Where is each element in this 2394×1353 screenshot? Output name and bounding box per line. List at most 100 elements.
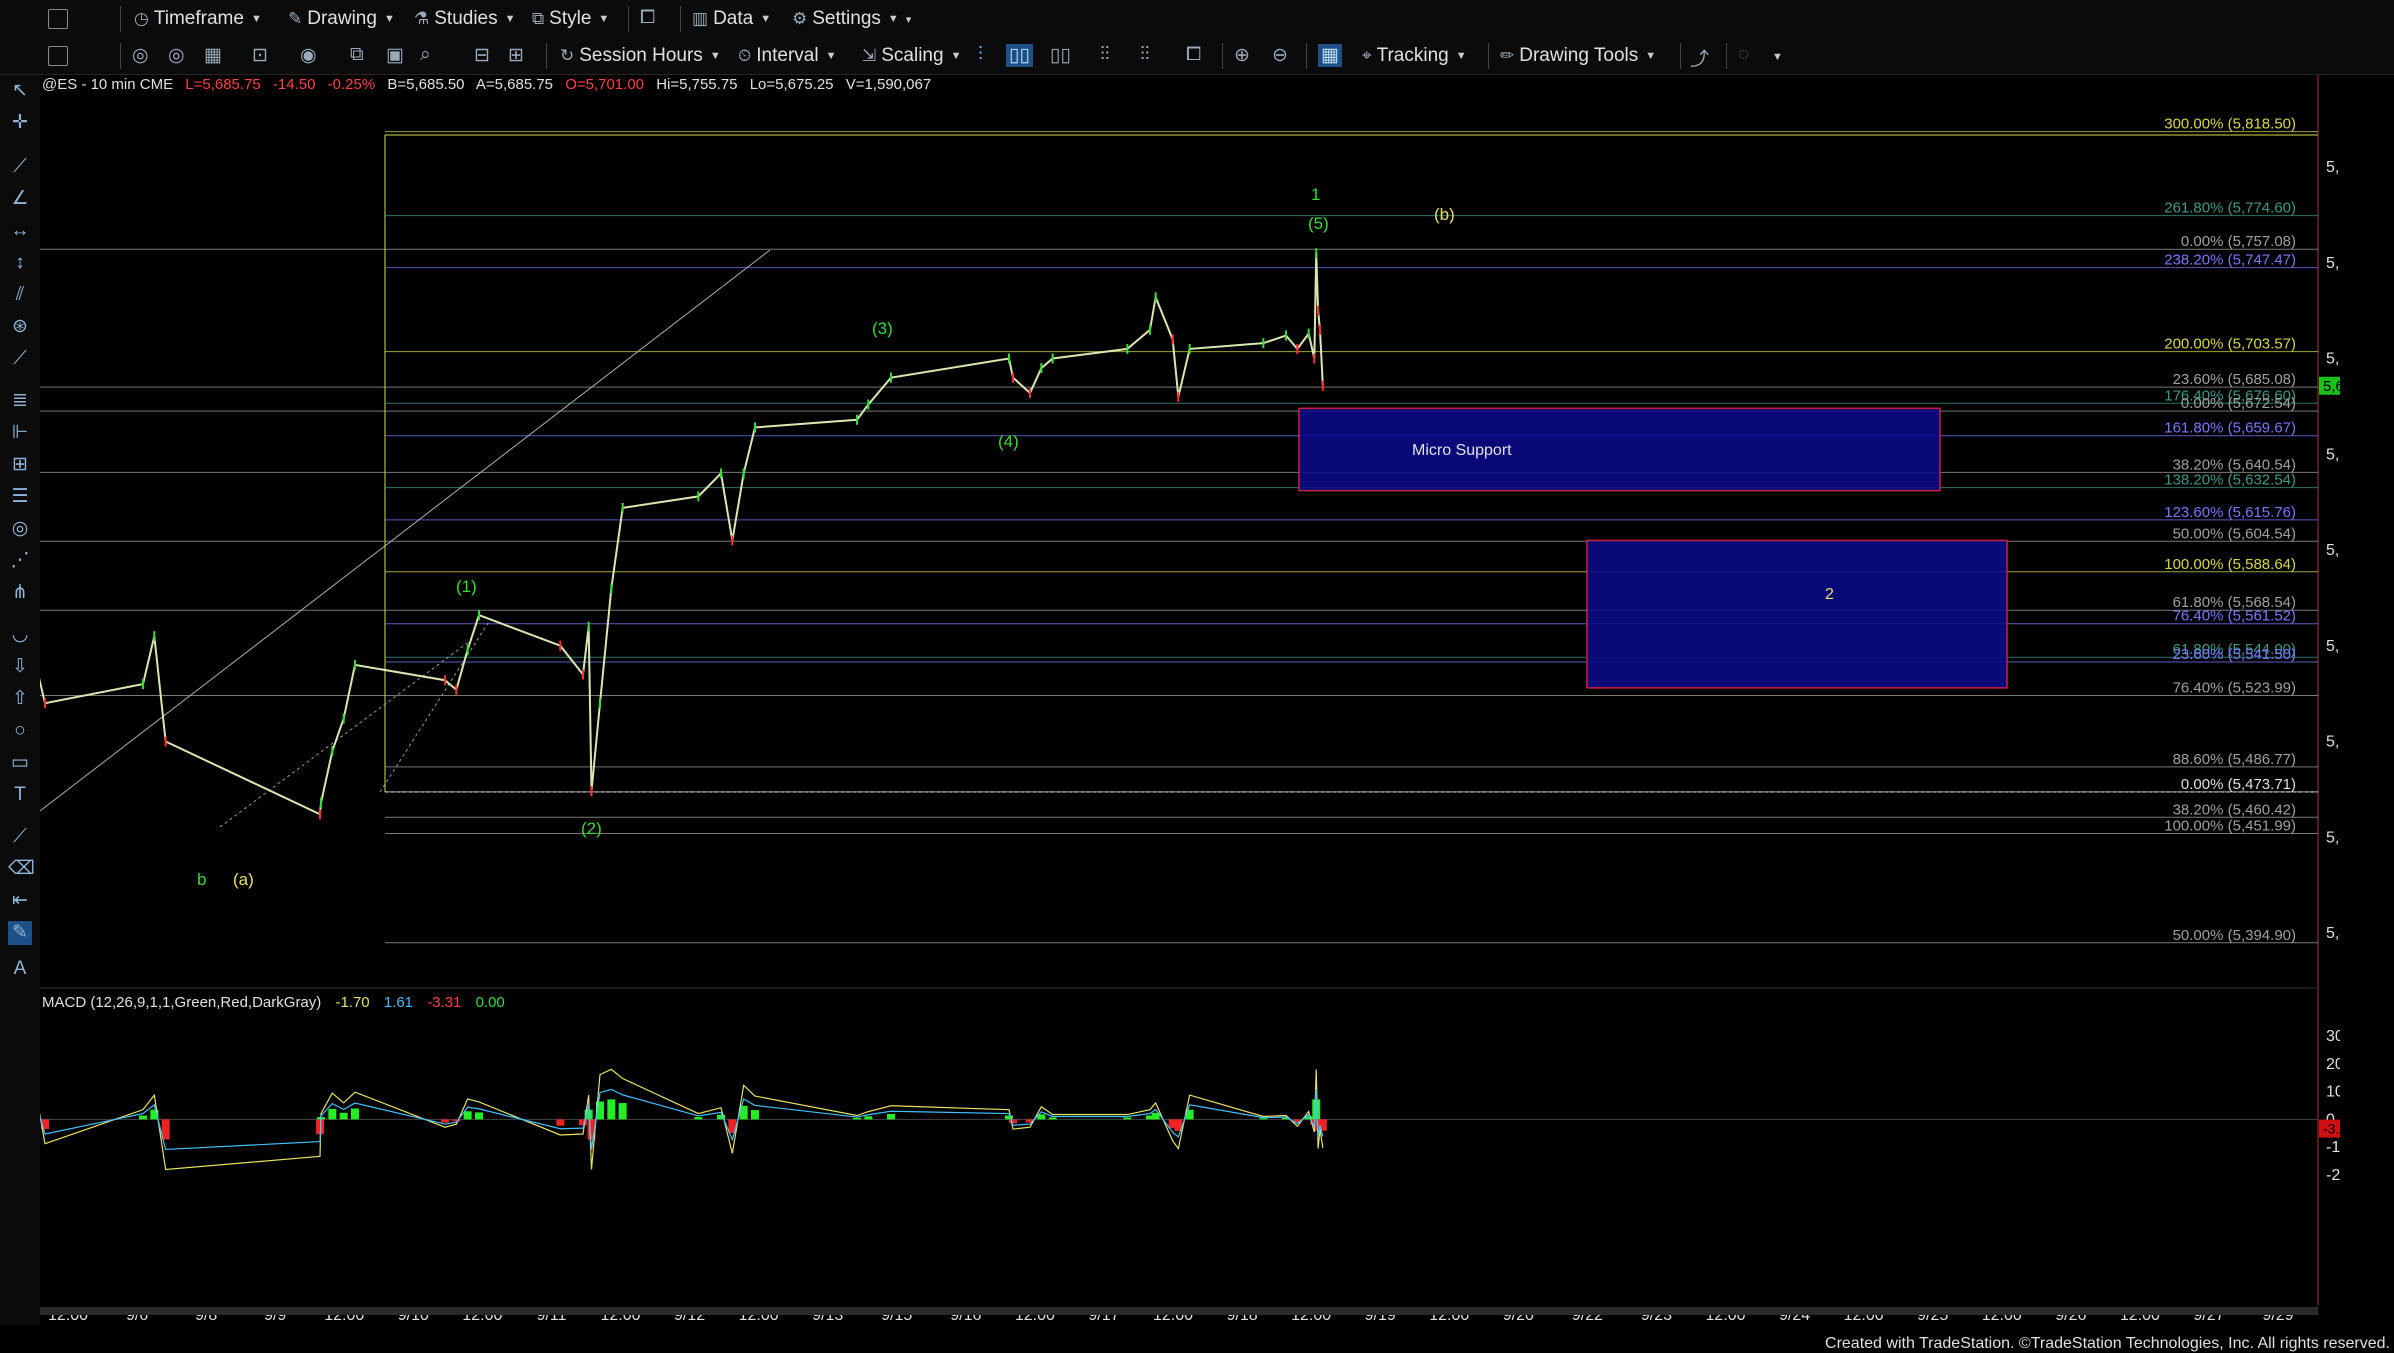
wave-label: (b) [1434, 205, 1455, 224]
save-icon[interactable]: ▣ [386, 44, 404, 67]
macd-histogram-bar [441, 1119, 449, 1123]
fib-level-label: 100.00% (5,588.64) [2164, 556, 2296, 573]
chevron-down-icon: ▼ [1455, 50, 1467, 62]
timeframe-menu[interactable]: ◷ Timeframe ▼ [134, 7, 262, 31]
export-chart-icon[interactable]: ⤴ [1690, 44, 1709, 71]
fib-level-label: 200.00% (5,703.57) [2164, 336, 2296, 353]
panel-toggle-icon[interactable] [48, 46, 68, 66]
zoom-out-icon[interactable]: ⊖ [1272, 44, 1288, 67]
scaling-label: Scaling [881, 45, 944, 66]
scaling-menu[interactable]: ⇲ Scaling ▼ [862, 44, 961, 68]
last-price: L=5,685.75 [185, 76, 261, 93]
interval-label: Interval [756, 45, 819, 66]
print-icon[interactable]: ⊟ [474, 44, 490, 67]
calendar-icon[interactable]: ▦ [204, 44, 222, 67]
fib-level-label: 100.00% (5,451.99) [2164, 817, 2296, 834]
zoom-in-icon[interactable]: ⊕ [1234, 44, 1250, 67]
link-icon[interactable]: ◎ [132, 44, 149, 67]
drawing-menu[interactable]: ✎ Drawing ▼ [288, 7, 395, 31]
price-axis-tick: 5,550.00 [2326, 638, 2340, 655]
chevron-down-icon[interactable]: ▼ [1772, 51, 1783, 63]
andrews-pitchfork-icon[interactable]: ⋔ [8, 581, 32, 605]
macd-histogram-bar [887, 1113, 895, 1120]
copy-icon[interactable]: ⧉ [350, 44, 364, 66]
refresh-icon[interactable]: ◉ [300, 44, 317, 67]
cycle-icon[interactable]: ⊛ [8, 315, 32, 339]
layout-icon[interactable]: ⧠ [640, 7, 655, 29]
style-menu[interactable]: ⧉ Style ▼ [532, 7, 609, 31]
interval-menu[interactable]: ⏲ Interval ▼ [738, 44, 836, 68]
indicator-icon[interactable]: A [8, 957, 32, 981]
chart-properties-icon[interactable]: ⊡ [252, 44, 268, 67]
search-icon[interactable]: ⌕ [420, 44, 431, 66]
settings-label: Settings [812, 8, 881, 29]
ruler-icon[interactable]: ⟋ [8, 825, 32, 849]
studies-menu[interactable]: ⚗ Studies ▼ [414, 7, 516, 31]
fib-retracement-icon[interactable]: ≣ [8, 389, 32, 413]
price-axis-tick: 5,800.00 [2326, 159, 2340, 176]
grid-icon[interactable]: ▦ [1318, 44, 1342, 67]
settings-menu[interactable]: ⚙ Settings ▼ ▾ [792, 7, 911, 31]
fib-level-label: 0.00% (5,757.08) [2181, 233, 2296, 250]
toolbar-divider [628, 6, 629, 32]
macd-histogram-bar [618, 1103, 627, 1120]
ellipse-icon[interactable]: ○ [8, 719, 32, 743]
rectangle-icon[interactable]: ▭ [8, 751, 32, 775]
chevron-down-icon: ▼ [950, 50, 962, 62]
arc-icon[interactable]: ◡ [8, 623, 32, 647]
macd-axis-tick: -20.00 [2326, 1167, 2340, 1184]
persist-drawing-icon[interactable]: ✎ [8, 921, 32, 945]
price-axis-tick: 5,750.00 [2326, 255, 2340, 272]
wave-label: (3) [872, 319, 893, 338]
pointer-icon[interactable]: ↖ [8, 79, 32, 103]
toolbar-divider [120, 6, 121, 32]
link-alt-icon[interactable]: ◎ [168, 44, 185, 67]
symbol-name: @ES - 10 min CME [42, 76, 173, 93]
dot-chart-icon[interactable]: ⫶⫶ [1140, 44, 1150, 66]
net-change: -14.50 [273, 76, 316, 93]
snap-icon[interactable]: ⇤ [8, 889, 32, 913]
fib-circle-icon[interactable]: ◎ [8, 517, 32, 541]
bar-chart-icon[interactable]: ⫶ [978, 44, 983, 66]
toolbar-divider [546, 43, 547, 69]
snapshot-icon[interactable]: ⊞ [508, 44, 524, 67]
speed-line-icon[interactable]: ⟋ [8, 347, 32, 371]
horizontal-line-icon[interactable]: ↔ [8, 219, 32, 243]
eraser-icon[interactable]: ⌫ [8, 857, 35, 881]
wave-label: (5) [1308, 214, 1329, 233]
fib-level-label: 161.80% (5,659.67) [2164, 420, 2296, 437]
fib-time-icon[interactable]: ⊞ [8, 453, 32, 477]
price-chart[interactable]: 300.00% (5,818.50) 261.80% (5,774.60) 0.00… [18, 75, 2388, 1325]
arrow-down-icon[interactable]: ⇩ [8, 655, 32, 679]
fib-extension-icon[interactable]: ⊩ [8, 421, 32, 445]
style-label: Style [549, 8, 592, 29]
angle-line-icon[interactable]: ∠ [8, 187, 32, 211]
drawing-tools-label: Drawing Tools [1519, 45, 1639, 66]
chevron-down-icon: ▼ [250, 13, 262, 25]
window-menu-icon[interactable] [48, 9, 68, 29]
crosshair-icon[interactable]: ✛ [8, 111, 32, 135]
hollow-candle-icon[interactable]: ▯▯ [1050, 44, 1071, 67]
scrollbar-thumb[interactable] [40, 1307, 2318, 1315]
fib-fan-icon[interactable]: ⋰ [8, 549, 32, 573]
panels-icon[interactable]: ⧠ [1186, 44, 1201, 66]
session-hours-menu[interactable]: ↻ Session Hours ▼ [560, 44, 721, 68]
chart-area[interactable]: 300.00% (5,818.50) 261.80% (5,774.60) 0.00… [18, 75, 2388, 1325]
arrow-up-icon[interactable]: ⇧ [8, 687, 32, 711]
drawing-tools-icon: ✏ [1500, 46, 1515, 65]
macd-histogram-bar [556, 1119, 565, 1126]
macd-diff: -3.31 [427, 994, 461, 1011]
gann-icon[interactable]: ☰ [8, 485, 32, 509]
toolbar-divider [1488, 43, 1489, 69]
tracking-menu[interactable]: ⌖ Tracking ▼ [1362, 44, 1467, 68]
channel-icon[interactable]: ⫽ [8, 283, 32, 307]
line-chart-icon[interactable]: ⫶⫶ [1100, 44, 1110, 66]
hidden-tools-icon[interactable]: ◌ [1738, 44, 1749, 66]
candlestick-icon[interactable]: ▯▯ [1006, 44, 1033, 67]
price-axis-tick: 5,500.00 [2326, 734, 2340, 751]
drawing-tools-menu[interactable]: ✏ Drawing Tools ▼ [1500, 44, 1656, 68]
trendline-icon[interactable]: ⟋ [8, 155, 32, 179]
vertical-line-icon[interactable]: ↕ [8, 251, 32, 275]
text-icon[interactable]: T [8, 783, 32, 807]
data-menu[interactable]: ▥ Data ▼ [692, 7, 771, 31]
